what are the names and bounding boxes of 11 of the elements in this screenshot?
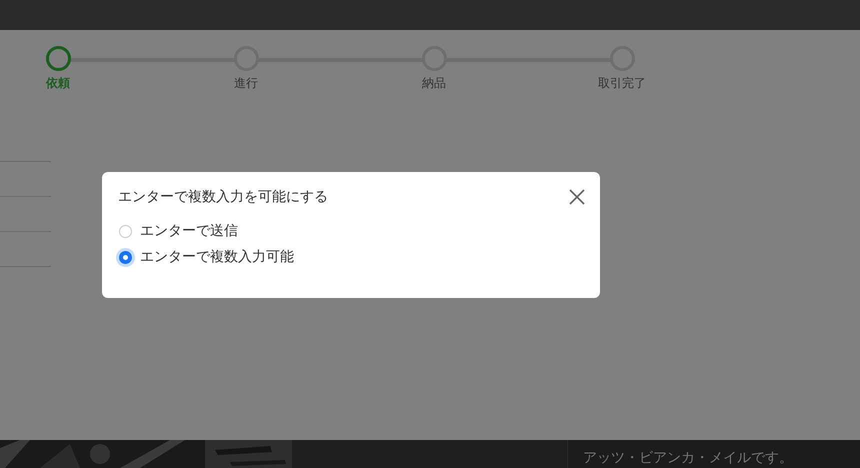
- step-label: 依頼: [46, 75, 70, 92]
- message-preview: アッツ・ビアンカ・メイルです。: [583, 449, 793, 467]
- step-label: 納品: [422, 75, 446, 92]
- step-label: 進行: [234, 75, 258, 92]
- radio-button[interactable]: [119, 250, 132, 264]
- option-label[interactable]: エンターで複数入力可能: [140, 248, 294, 266]
- step-label: 取引完了: [598, 75, 646, 92]
- close-icon[interactable]: [569, 189, 585, 205]
- radio-button[interactable]: [119, 224, 132, 238]
- dialog-title: エンターで複数入力を可能にする: [118, 188, 328, 206]
- option-label[interactable]: エンターで送信: [140, 222, 238, 240]
